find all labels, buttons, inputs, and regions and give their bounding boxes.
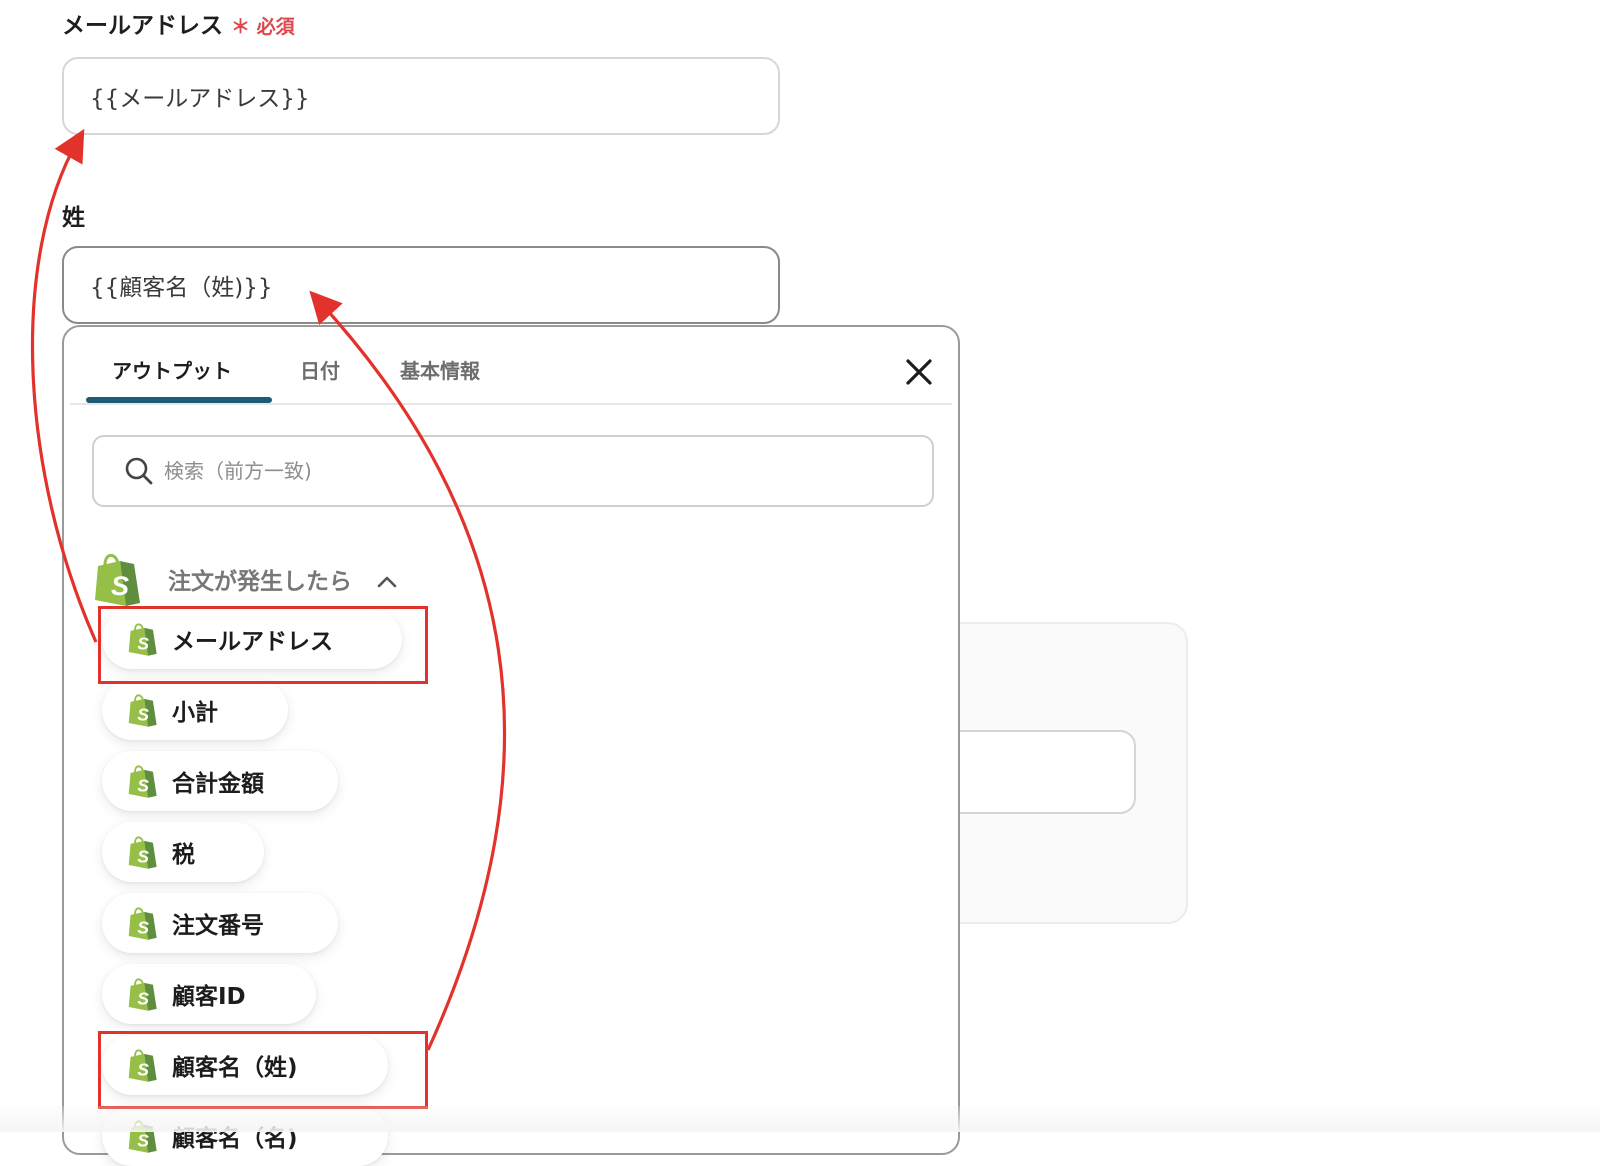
arrow-email-to-field — [30, 128, 98, 643]
svg-text:S: S — [137, 1131, 149, 1151]
bottom-fade — [0, 1106, 1600, 1132]
arrow-last-name-to-field — [309, 290, 507, 1051]
annotation-arrows — [30, 128, 507, 1051]
